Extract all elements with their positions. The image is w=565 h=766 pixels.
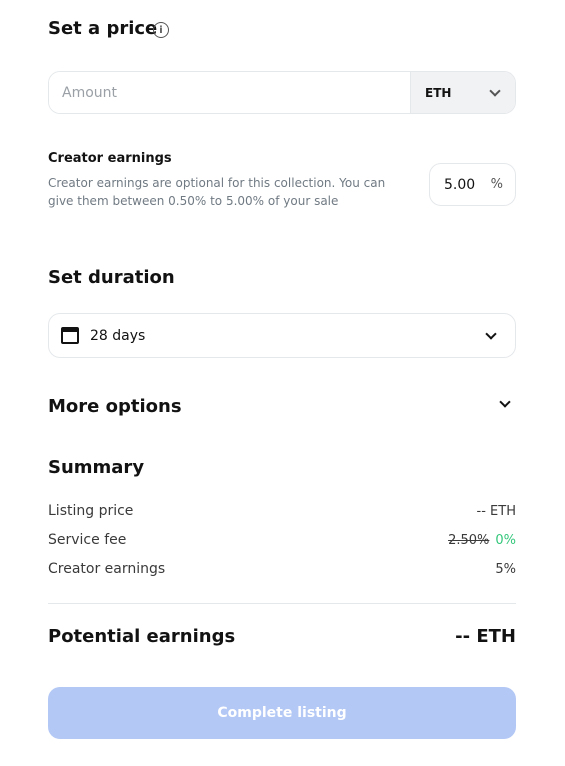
service-fee-label: Service fee	[48, 532, 127, 548]
percent-unit: %	[490, 177, 503, 192]
service-fee-old-value: 2.50%	[448, 533, 490, 548]
potential-earnings-value: -- ETH	[455, 626, 516, 647]
summary-divider	[48, 603, 516, 604]
listing-price-value: -- ETH	[476, 504, 516, 519]
set-price-heading: Set a price	[48, 18, 158, 39]
chevron-down-icon	[489, 84, 501, 97]
chevron-down-icon	[485, 327, 497, 340]
info-icon-glyph: i	[159, 24, 163, 36]
duration-value: 28 days	[90, 327, 146, 344]
creator-earnings-description: Creator earnings are optional for this c…	[48, 174, 418, 210]
creator-earnings-summary-value: 5%	[495, 562, 516, 577]
calendar-icon	[61, 327, 79, 344]
potential-earnings-label: Potential earnings	[48, 626, 236, 647]
listing-price-label: Listing price	[48, 503, 134, 519]
amount-input[interactable]	[49, 72, 410, 113]
more-options-chevron-icon[interactable]	[499, 396, 511, 408]
service-fee-value: 2.50% 0%	[448, 533, 516, 548]
creator-earnings-summary-label: Creator earnings	[48, 561, 166, 577]
creator-earnings-title: Creator earnings	[48, 151, 172, 166]
creator-earnings-description-line-1: Creator earnings are optional for this c…	[48, 176, 386, 190]
currency-select[interactable]: ETH	[410, 72, 515, 113]
summary-heading: Summary	[48, 457, 145, 478]
info-icon[interactable]: i	[153, 22, 169, 38]
price-amount-group: ETH	[48, 71, 516, 114]
set-duration-heading: Set duration	[48, 267, 175, 288]
complete-listing-button[interactable]: Complete listing	[48, 687, 516, 739]
creator-earnings-value: 5.00	[444, 176, 476, 193]
service-fee-new-value: 0%	[495, 533, 516, 548]
creator-earnings-input[interactable]: 5.00 %	[429, 163, 516, 206]
duration-select[interactable]: 28 days	[48, 313, 516, 358]
more-options-heading[interactable]: More options	[48, 396, 182, 417]
currency-label: ETH	[425, 85, 452, 100]
creator-earnings-description-line-2: give them between 0.50% to 5.00% of your…	[48, 194, 339, 208]
